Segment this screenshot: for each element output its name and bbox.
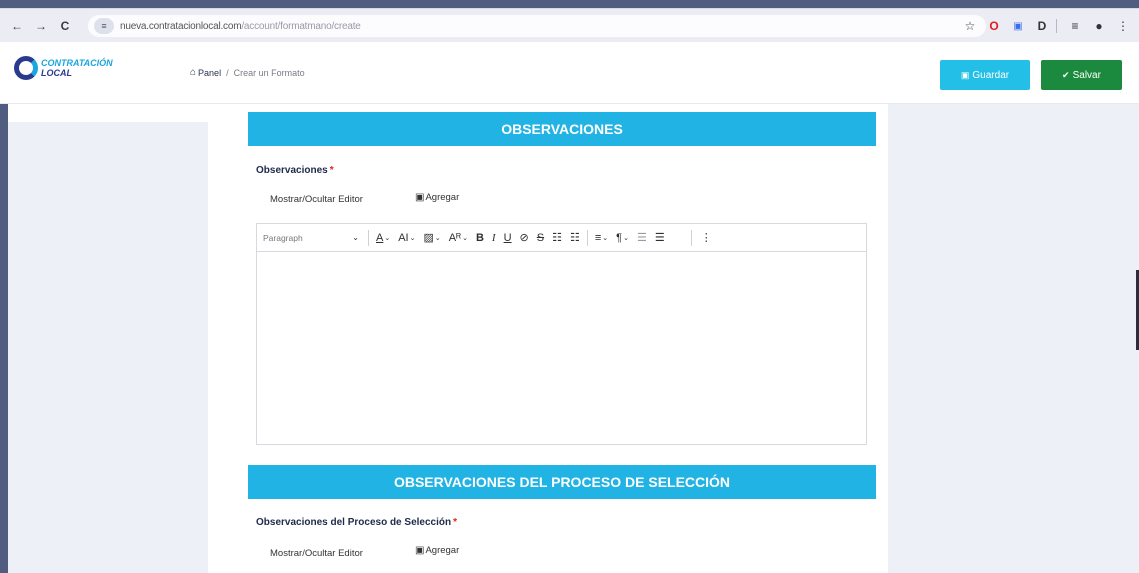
underline-icon[interactable]: U [504, 232, 512, 244]
field-label-observaciones: Observaciones * [256, 165, 334, 176]
chevron-down-icon[interactable]: ⌄ [384, 234, 390, 242]
section-heading-proceso-seleccion: OBSERVACIONES DEL PROCESO DE SELECCIÓN [248, 465, 876, 499]
numbered-list-icon[interactable]: ☷ [570, 231, 580, 244]
browser-toolbar: ← → C ≡ nueva.contratacionlocal.com/acco… [0, 8, 1139, 42]
breadcrumb-separator: / [226, 67, 229, 78]
back-icon[interactable]: ← [6, 15, 28, 37]
strikethrough-icon[interactable]: S [537, 232, 544, 244]
chevron-down-icon[interactable]: ⌄ [410, 234, 416, 242]
highlight-icon[interactable]: ▨ [424, 231, 434, 244]
reload-icon[interactable]: C [54, 15, 76, 37]
url-text[interactable]: nueva.contratacionlocal.com/account/form… [120, 21, 361, 32]
section-heading-observaciones: OBSERVACIONES [248, 112, 876, 146]
logo-line-2: LOCAL [41, 68, 72, 78]
required-mark: * [453, 517, 457, 528]
toolbar-divider [690, 229, 692, 246]
right-panel [888, 104, 1139, 573]
url-path: /account/formatmano/create [241, 20, 361, 32]
bullet-list-icon[interactable]: ☷ [552, 231, 562, 244]
breadcrumb: ⌂ Panel / Crear un Formato [190, 67, 305, 78]
field-label-proceso-seleccion: Observaciones del Proceso de Selección * [256, 517, 457, 528]
required-mark: * [329, 165, 334, 176]
chevron-down-icon[interactable]: ⌄ [435, 234, 441, 242]
paragraph-format-select[interactable]: Paragraph ⌄ [263, 233, 359, 243]
browser-menu-icon[interactable]: ⋮ [1113, 19, 1133, 33]
home-icon[interactable]: ⌂ [190, 67, 196, 78]
link-icon[interactable]: ⊘ [520, 231, 529, 244]
puzzle-extension-icon[interactable]: D [1032, 19, 1052, 33]
editor-content-area[interactable] [257, 252, 866, 444]
logo-line-1: CONTRATACIÓN [41, 58, 113, 68]
rich-text-editor-observaciones[interactable]: Paragraph ⌄ A ⌄ AI ⌄ ▨ ⌄ Aᴿ ⌄ B I U ⊘ S ☷ ☷ … [256, 223, 867, 445]
add-image-label: Agregar [425, 192, 460, 203]
app-header: CONTRATACIÓN LOCAL ⌂ Panel / Crear un Fo… [0, 42, 1139, 104]
site-info-icon[interactable]: ≡ [94, 18, 114, 34]
font-color-icon[interactable]: A [376, 232, 383, 244]
extension-blue-icon[interactable]: ▣ [1008, 21, 1028, 32]
save-icon: ▣ [960, 69, 970, 80]
editor-toolbar: Paragraph ⌄ A ⌄ AI ⌄ ▨ ⌄ Aᴿ ⌄ B I U ⊘ S ☷ ☷ … [257, 224, 866, 252]
chevron-down-icon: ⌄ [352, 233, 359, 242]
add-image-button[interactable]: ▣ Agregar [415, 545, 459, 556]
bookmark-star-icon[interactable]: ☆ [960, 19, 980, 33]
field-label-text: Observaciones [256, 165, 328, 176]
italic-icon[interactable]: I [492, 232, 496, 244]
salvar-button[interactable]: ✔ Salvar [1041, 60, 1122, 90]
paragraph-icon[interactable]: ¶ [616, 232, 622, 244]
image-icon: ▣ [415, 545, 425, 556]
image-icon: ▣ [415, 192, 425, 203]
sidebar [8, 104, 208, 573]
toolbar-divider [1056, 19, 1057, 33]
url-host: nueva.contratacionlocal.com [120, 20, 242, 32]
font-size-icon[interactable]: AI [398, 232, 408, 244]
chevron-down-icon[interactable]: ⌄ [623, 234, 629, 242]
opera-extension-icon[interactable]: O [984, 19, 1004, 33]
forward-icon[interactable]: → [30, 15, 52, 37]
logo-text: CONTRATACIÓN LOCAL [41, 58, 113, 78]
breadcrumb-current: Crear un Formato [233, 67, 305, 78]
chevron-down-icon[interactable]: ⌄ [462, 234, 468, 242]
add-image-button[interactable]: ▣ Agregar [415, 192, 459, 203]
sidebar-top-strip [8, 104, 208, 122]
outdent-icon[interactable]: ☰ [637, 231, 647, 244]
align-icon[interactable]: ≡ [595, 232, 601, 244]
brand-logo[interactable]: CONTRATACIÓN LOCAL [14, 56, 113, 80]
text-style-icon[interactable]: Aᴿ [449, 232, 461, 244]
address-bar[interactable]: ≡ nueva.contratacionlocal.com/account/fo… [88, 15, 986, 37]
paragraph-format-value: Paragraph [263, 232, 303, 243]
more-options-icon[interactable]: ⋮ [701, 231, 712, 244]
toolbar-divider [586, 229, 588, 246]
media-control-icon[interactable]: ≡ [1065, 19, 1085, 33]
guardar-label: Guardar [972, 69, 1010, 81]
chevron-down-icon[interactable]: ⌄ [602, 234, 608, 242]
extensions-row: ☆ O ▣ D ≡ ● ⋮ [956, 9, 1133, 43]
toggle-editor-link[interactable]: Mostrar/Ocultar Editor [270, 194, 363, 205]
check-circle-icon: ✔ [1062, 69, 1070, 80]
breadcrumb-panel-link[interactable]: Panel [198, 68, 221, 78]
logo-c-icon [14, 56, 38, 80]
add-image-label: Agregar [425, 545, 460, 556]
field-label-text: Observaciones del Proceso de Selección [256, 517, 452, 528]
profile-icon[interactable]: ● [1089, 19, 1109, 33]
salvar-label: Salvar [1072, 69, 1101, 81]
bold-icon[interactable]: B [476, 232, 484, 244]
toolbar-divider [368, 229, 369, 246]
indent-icon[interactable]: ☰ [655, 231, 665, 244]
toggle-editor-link[interactable]: Mostrar/Ocultar Editor [270, 548, 363, 559]
guardar-button[interactable]: ▣ Guardar [940, 60, 1030, 90]
